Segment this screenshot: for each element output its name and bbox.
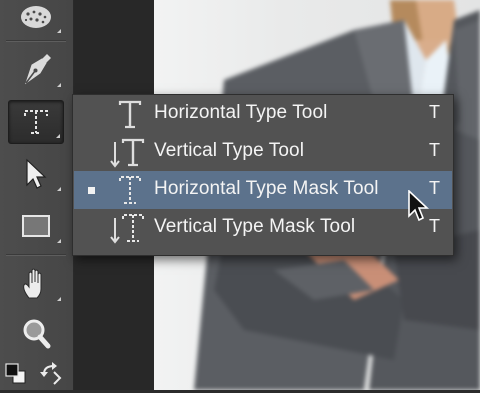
- menu-item-horizontal-type-tool[interactable]: Horizontal Type Tool T: [74, 95, 452, 133]
- menu-item-label: Horizontal Type Mask Tool: [154, 178, 379, 199]
- menu-item-vertical-type-mask-tool[interactable]: Vertical Type Mask Tool T: [74, 209, 452, 247]
- default-colors-icon: [5, 363, 26, 384]
- tools-panel: [0, 0, 74, 390]
- type-tools-flyout-menu: Horizontal Type Tool T Vertical Type Too…: [72, 94, 454, 256]
- mouse-pointer-icon: [408, 190, 430, 222]
- horizontal-type-mask-icon: [119, 176, 141, 204]
- menu-item-label: Vertical Type Tool: [154, 140, 305, 161]
- zoom-icon: [23, 319, 51, 349]
- swap-arrows-icon: [40, 362, 62, 385]
- menu-item-label: Vertical Type Mask Tool: [154, 216, 356, 237]
- vertical-type-icon: [110, 138, 145, 168]
- menu-item-shortcut: T: [429, 140, 440, 160]
- vertical-type-mask-icon: [110, 214, 144, 244]
- type-icon: [24, 110, 48, 134]
- zoom-tool[interactable]: [8, 312, 64, 356]
- pen-icon: [25, 54, 51, 85]
- sponge-icon: [21, 6, 51, 28]
- default-colors[interactable]: [4, 362, 32, 388]
- rectangle-icon: [22, 215, 50, 237]
- pen-tool[interactable]: [8, 48, 64, 92]
- selected-indicator: [88, 187, 95, 194]
- path-selection-tool[interactable]: [8, 152, 64, 196]
- menu-item-horizontal-type-mask-tool[interactable]: Horizontal Type Mask Tool T: [74, 171, 452, 209]
- menu-item-shortcut: T: [429, 102, 440, 122]
- sponge-tool[interactable]: [8, 0, 64, 38]
- toolbar-divider: [6, 40, 66, 42]
- type-tool[interactable]: [8, 100, 64, 144]
- toolbar-divider: [6, 254, 66, 256]
- hand-icon: [23, 268, 42, 299]
- horizontal-type-icon: [118, 100, 142, 129]
- menu-item-label: Horizontal Type Tool: [154, 102, 328, 123]
- rectangle-tool[interactable]: [8, 204, 64, 248]
- swap-colors[interactable]: [38, 362, 68, 388]
- arrow-icon: [26, 158, 47, 189]
- hand-tool[interactable]: [8, 262, 64, 306]
- menu-item-vertical-type-tool[interactable]: Vertical Type Tool T: [74, 133, 452, 171]
